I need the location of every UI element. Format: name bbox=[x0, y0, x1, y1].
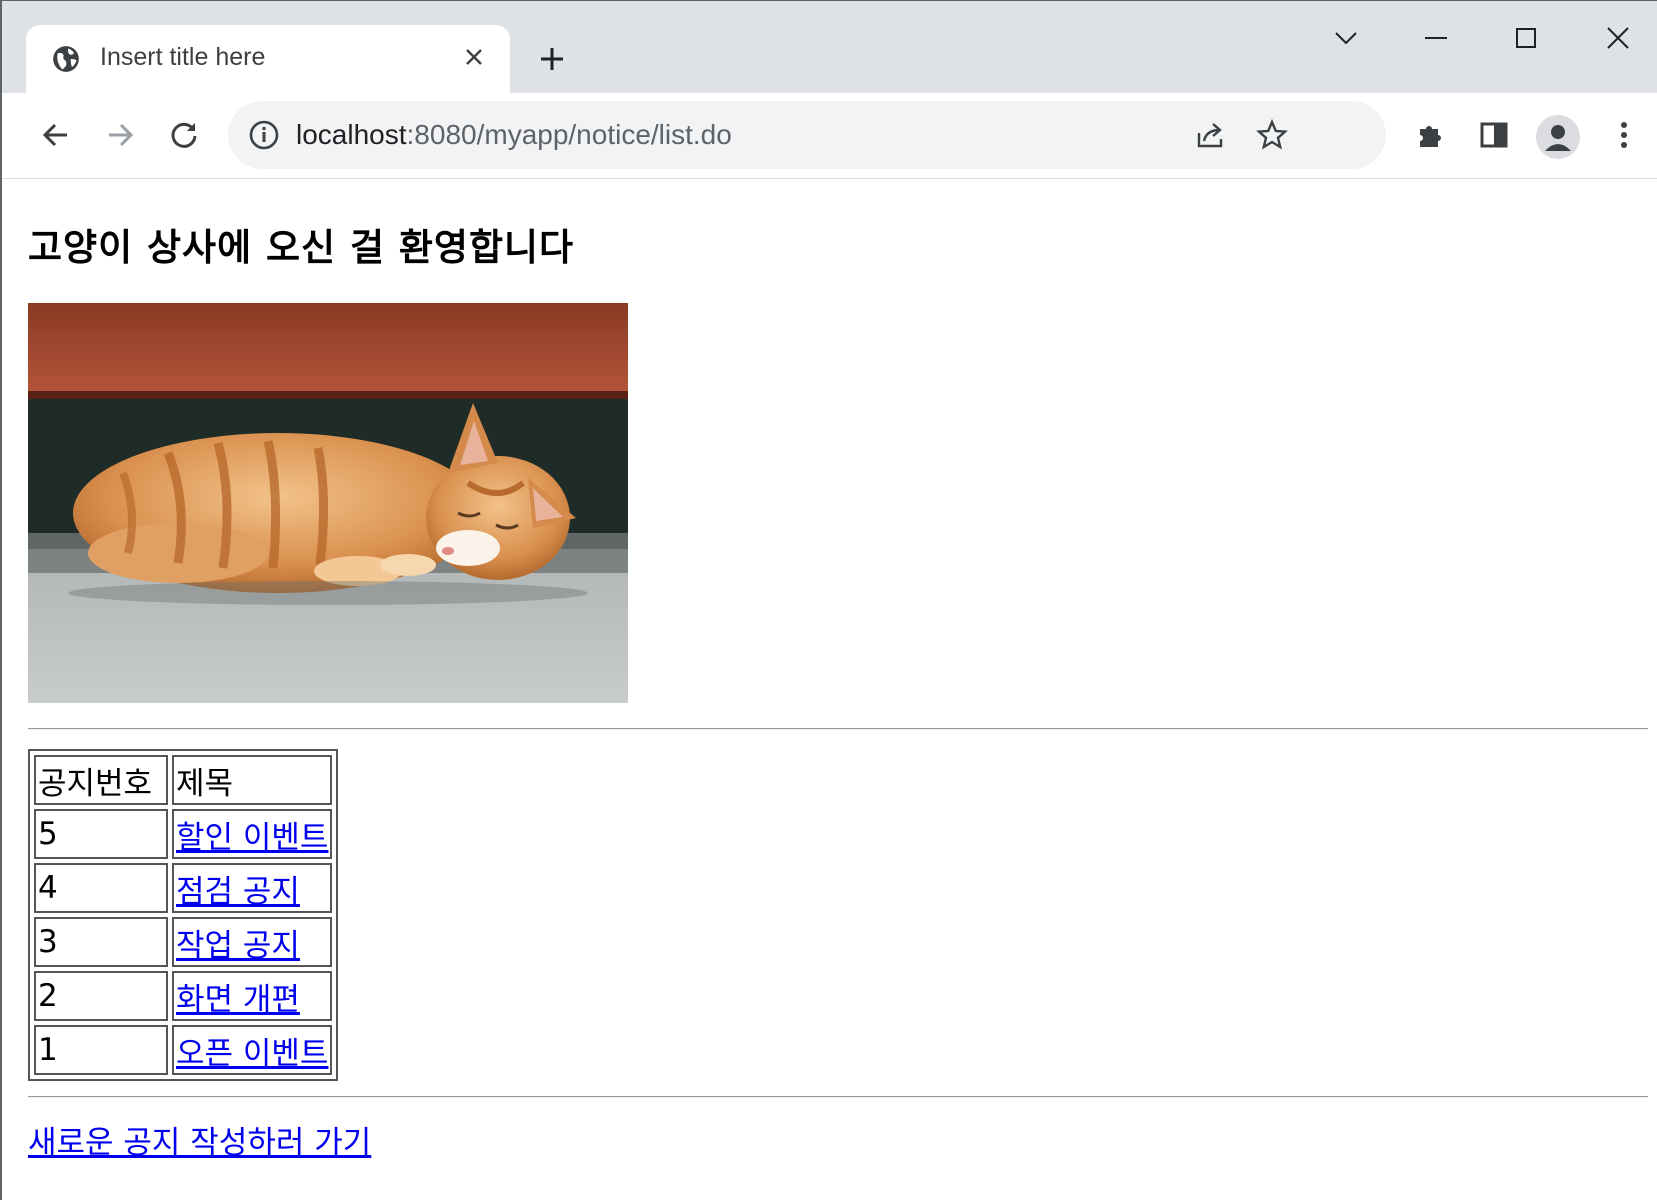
url-path: :8080/myapp/notice/list.do bbox=[406, 119, 732, 150]
star-icon[interactable] bbox=[1254, 117, 1290, 153]
table-header-row: 공지번호 제목 bbox=[34, 755, 333, 805]
notice-title-link[interactable]: 오픈 이벤트 bbox=[176, 1036, 328, 1072]
table-row: 4 점검 공지 bbox=[34, 863, 333, 913]
tab-title: Insert title here bbox=[100, 43, 266, 71]
plus-icon bbox=[541, 48, 563, 70]
browser-toolbar: localhost:8080/myapp/notice/list.do bbox=[2, 93, 1657, 179]
reload-icon[interactable] bbox=[162, 113, 206, 157]
profile-icon[interactable] bbox=[1536, 115, 1580, 159]
minimize-icon[interactable] bbox=[1406, 15, 1466, 61]
notice-table: 공지번호 제목 5 할인 이벤트 4 점검 공지 3 작업 공지 2 화면 개편… bbox=[28, 749, 339, 1081]
url-host: localhost bbox=[296, 119, 407, 150]
notice-title-cell: 화면 개편 bbox=[172, 971, 333, 1021]
address-bar[interactable]: localhost:8080/myapp/notice/list.do bbox=[228, 101, 1386, 169]
notice-title-link[interactable]: 작업 공지 bbox=[176, 928, 300, 964]
browser-window: Insert title here localhost:8080/myapp/n… bbox=[0, 0, 1657, 1200]
notice-title-cell: 할인 이벤트 bbox=[172, 809, 333, 859]
table-row: 3 작업 공지 bbox=[34, 917, 333, 967]
notice-title-cell: 오픈 이벤트 bbox=[172, 1025, 333, 1075]
notice-number: 3 bbox=[34, 917, 168, 967]
tab-search-icon[interactable] bbox=[1316, 15, 1376, 61]
notice-number: 2 bbox=[34, 971, 168, 1021]
table-row: 1 오픈 이벤트 bbox=[34, 1025, 333, 1075]
side-panel-icon[interactable] bbox=[1472, 113, 1516, 157]
column-header-title: 제목 bbox=[172, 755, 333, 805]
info-icon[interactable] bbox=[248, 119, 280, 151]
notice-number: 1 bbox=[34, 1025, 168, 1075]
notice-title-cell: 작업 공지 bbox=[172, 917, 333, 967]
browser-tab[interactable]: Insert title here bbox=[26, 25, 510, 93]
page-title: 고양이 상사에 오신 걸 환영합니다 bbox=[28, 226, 575, 269]
share-icon[interactable] bbox=[1192, 117, 1228, 153]
close-window-icon[interactable] bbox=[1588, 15, 1648, 61]
divider-bottom bbox=[28, 1096, 1648, 1098]
tab-strip: Insert title here bbox=[2, 1, 1657, 93]
notice-title-link[interactable]: 화면 개편 bbox=[176, 982, 300, 1018]
globe-icon bbox=[53, 46, 79, 72]
url-text[interactable]: localhost:8080/myapp/notice/list.do bbox=[296, 119, 732, 151]
back-arrow-icon[interactable] bbox=[34, 113, 78, 157]
maximize-icon[interactable] bbox=[1496, 15, 1556, 61]
tab-close-icon[interactable] bbox=[460, 43, 488, 71]
forward-arrow-icon[interactable] bbox=[98, 113, 142, 157]
extensions-icon[interactable] bbox=[1408, 113, 1452, 157]
cat-photo bbox=[28, 303, 628, 703]
new-tab-button[interactable] bbox=[532, 39, 572, 79]
notice-title-cell: 점검 공지 bbox=[172, 863, 333, 913]
column-header-number: 공지번호 bbox=[34, 755, 168, 805]
divider-top bbox=[28, 728, 1648, 730]
more-vert-icon[interactable] bbox=[1602, 113, 1646, 157]
table-row: 2 화면 개편 bbox=[34, 971, 333, 1021]
table-row: 5 할인 이벤트 bbox=[34, 809, 333, 859]
notice-title-link[interactable]: 점검 공지 bbox=[176, 874, 300, 910]
write-notice-link[interactable]: 새로운 공지 작성하러 가기 bbox=[28, 1117, 371, 1162]
notice-number: 5 bbox=[34, 809, 168, 859]
notice-title-link[interactable]: 할인 이벤트 bbox=[176, 820, 328, 856]
notice-number: 4 bbox=[34, 863, 168, 913]
